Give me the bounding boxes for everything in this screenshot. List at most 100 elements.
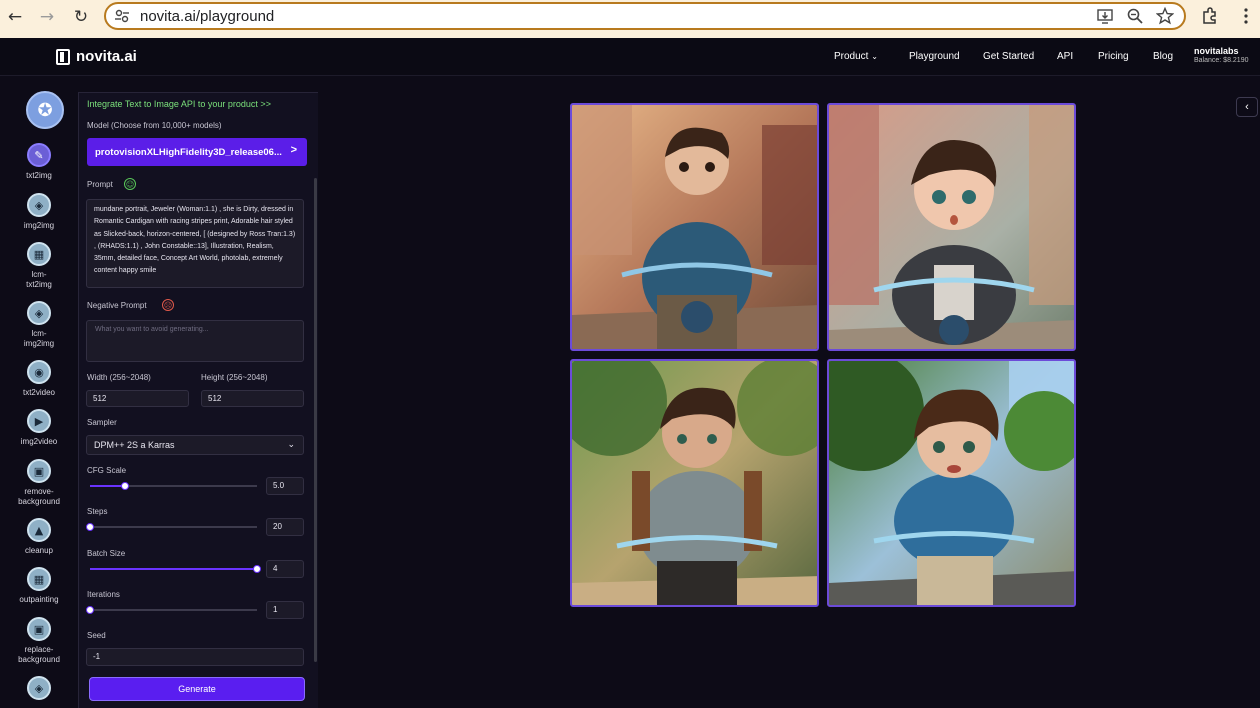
site-header: novita.ai Product ⌄ Playground Get Start… bbox=[0, 38, 1260, 76]
generated-image-3[interactable] bbox=[570, 359, 819, 607]
tool-label: img2video bbox=[20, 437, 58, 446]
nav-blog[interactable]: Blog bbox=[1153, 51, 1173, 62]
tool-label: lcm- txt2img bbox=[26, 270, 52, 289]
model-label: Model (Choose from 10,000+ models) bbox=[87, 121, 222, 130]
height-label: Height (256~2048) bbox=[201, 373, 268, 382]
tool-label: img2img bbox=[23, 221, 55, 230]
nav-api[interactable]: API bbox=[1057, 51, 1073, 62]
panel-scrollbar[interactable] bbox=[314, 178, 317, 662]
height-input[interactable]: 512 bbox=[201, 390, 304, 407]
tool-label: outpainting bbox=[19, 595, 59, 604]
img2video-icon: ▶ bbox=[27, 409, 51, 433]
txt2img-icon: ✎ bbox=[27, 143, 51, 167]
iterations-slider[interactable] bbox=[86, 606, 257, 614]
tool-lcm-txt2img[interactable]: ▦ lcm- txt2img bbox=[0, 242, 78, 290]
generated-image-1[interactable] bbox=[570, 103, 819, 351]
tool-img2video[interactable]: ▶ img2video bbox=[0, 409, 78, 447]
cfg-scale-label: CFG Scale bbox=[87, 466, 127, 475]
seed-label: Seed bbox=[87, 631, 106, 640]
collapse-panel-icon[interactable]: ‹ bbox=[1236, 97, 1258, 117]
replace-background-icon: ▣ bbox=[27, 617, 51, 641]
forward-icon[interactable]: → bbox=[36, 6, 58, 28]
account-name: novitalabs bbox=[1194, 46, 1239, 56]
tool-label: lcm- img2img bbox=[23, 329, 55, 348]
steps-label: Steps bbox=[87, 507, 108, 516]
novita-logo-icon bbox=[56, 48, 70, 65]
chevron-down-icon: ⌄ bbox=[287, 439, 295, 449]
tool-label: txt2video bbox=[22, 388, 56, 397]
tool-cleanup[interactable]: ▲ cleanup bbox=[0, 518, 78, 556]
prompt-label: Prompt bbox=[87, 180, 113, 189]
outpainting-icon: ▦ bbox=[27, 567, 51, 591]
nav-get-started[interactable]: Get Started bbox=[983, 51, 1034, 62]
tool-img2img[interactable]: ◈ img2img bbox=[0, 193, 78, 231]
txt2video-icon: ◉ bbox=[27, 360, 51, 384]
browser-menu-icon[interactable] bbox=[1236, 6, 1256, 26]
lcm-img2img-icon: ◈ bbox=[27, 301, 51, 325]
tool-txt2video[interactable]: ◉ txt2video bbox=[0, 360, 78, 398]
batch-size-slider[interactable] bbox=[90, 565, 261, 573]
slider-handle[interactable] bbox=[121, 482, 130, 490]
seed-input[interactable]: -1 bbox=[86, 648, 304, 666]
tool-lcm-img2img[interactable]: ◈ lcm- img2img bbox=[0, 301, 78, 349]
width-input[interactable]: 512 bbox=[86, 390, 189, 407]
account-balance: Balance: $8.2190 bbox=[1194, 57, 1249, 64]
steps-input[interactable]: 20 bbox=[266, 518, 304, 536]
model-select-button[interactable]: protovisionXLHighFidelity3D_release06...… bbox=[87, 138, 307, 166]
nav-pricing[interactable]: Pricing bbox=[1098, 51, 1129, 62]
tool-remove-background[interactable]: ▣ remove- background bbox=[0, 459, 78, 507]
tool-label: cleanup bbox=[24, 546, 54, 555]
negative-prompt-label: Negative Prompt bbox=[87, 301, 147, 310]
model-name: protovisionXLHighFidelity3D_release06... bbox=[95, 146, 282, 158]
bookmark-star-icon[interactable] bbox=[1156, 7, 1174, 25]
negative-prompt-input[interactable]: What you want to avoid generating... bbox=[86, 320, 304, 362]
cfg-scale-input[interactable]: 5.0 bbox=[266, 477, 304, 495]
install-app-icon[interactable] bbox=[1096, 7, 1114, 25]
tool-replace-background[interactable]: ▣ replace- background bbox=[0, 617, 78, 665]
tool-label: remove- background bbox=[18, 487, 60, 506]
site-settings-icon[interactable] bbox=[112, 6, 132, 26]
remove-background-icon: ▣ bbox=[27, 459, 51, 483]
novita-logo[interactable]: novita.ai bbox=[56, 48, 137, 65]
lcm-txt2img-icon: ▦ bbox=[27, 242, 51, 266]
tool-label: replace- background bbox=[18, 645, 60, 664]
chevron-right-icon: > bbox=[290, 144, 297, 156]
zoom-icon[interactable] bbox=[1126, 7, 1144, 25]
frown-icon[interactable]: ☹ bbox=[162, 299, 174, 311]
tool-more[interactable]: ◈ bbox=[0, 676, 78, 700]
smile-icon[interactable]: ☺ bbox=[124, 178, 136, 190]
prompt-input[interactable]: mundane portrait, Jeweler (Woman:1.1) , … bbox=[86, 199, 304, 288]
logo-text: novita.ai bbox=[76, 48, 137, 65]
batch-size-label: Batch Size bbox=[87, 549, 126, 558]
generated-image-4[interactable] bbox=[827, 359, 1076, 607]
back-icon[interactable]: ← bbox=[4, 6, 26, 28]
tool-txt2img[interactable]: ✎ txt2img bbox=[0, 143, 78, 181]
reload-icon[interactable]: ↻ bbox=[70, 6, 92, 28]
slider-handle[interactable] bbox=[253, 565, 261, 573]
brain-icon[interactable]: ✪ bbox=[26, 91, 64, 129]
tool-outpainting[interactable]: ▦ outpainting bbox=[0, 567, 78, 605]
batch-size-input[interactable]: 4 bbox=[266, 560, 304, 578]
chevron-down-icon: ⌄ bbox=[871, 52, 878, 61]
address-bar[interactable]: novita.ai/playground bbox=[104, 2, 1186, 30]
api-promo-link[interactable]: Integrate Text to Image API to your prod… bbox=[87, 99, 271, 109]
sampler-select[interactable]: DPM++ 2S a Karras ⌄ bbox=[86, 435, 304, 455]
slider-handle[interactable] bbox=[86, 523, 94, 531]
account-menu[interactable]: novitalabs Balance: $8.2190 bbox=[1194, 46, 1249, 64]
generated-image-2[interactable] bbox=[827, 103, 1076, 351]
more-tool-icon: ◈ bbox=[27, 676, 51, 700]
tool-label: txt2img bbox=[26, 171, 52, 180]
generate-button[interactable]: Generate bbox=[89, 677, 305, 701]
nav-playground[interactable]: Playground bbox=[909, 51, 960, 62]
slider-handle[interactable] bbox=[86, 606, 94, 614]
sampler-value: DPM++ 2S a Karras bbox=[94, 440, 175, 450]
iterations-label: Iterations bbox=[87, 590, 120, 599]
img2img-icon: ◈ bbox=[27, 193, 51, 217]
cfg-scale-slider[interactable] bbox=[90, 482, 257, 490]
url-text: novita.ai/playground bbox=[140, 7, 275, 25]
nav-product[interactable]: Product ⌄ bbox=[834, 51, 878, 62]
extensions-icon[interactable] bbox=[1200, 6, 1220, 26]
steps-slider[interactable] bbox=[86, 523, 257, 531]
sampler-label: Sampler bbox=[87, 418, 117, 427]
iterations-input[interactable]: 1 bbox=[266, 601, 304, 619]
